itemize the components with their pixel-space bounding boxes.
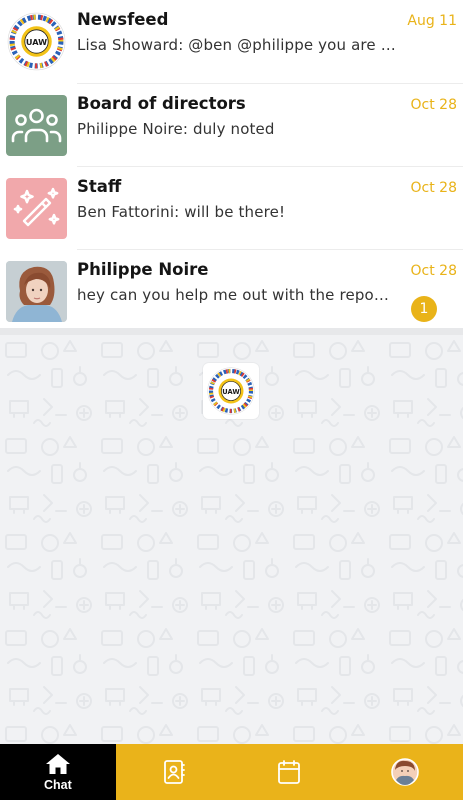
chat-row-board-of-directors[interactable]: Board of directors Philippe Noire: duly …	[0, 84, 463, 167]
chat-date: Oct 28	[410, 97, 457, 113]
uaw-logo-icon: UAW	[7, 12, 66, 71]
chat-list: UAW Newsfeed Lisa Showard: @ben @philipp…	[0, 0, 463, 328]
chat-preview: Lisa Showard: @ben @philippe you are …	[77, 36, 396, 54]
chat-title: Newsfeed	[77, 10, 169, 29]
chat-row-philippe-noire[interactable]: Philippe Noire hey can you help me out w…	[0, 250, 463, 333]
user-photo-avatar	[6, 261, 67, 322]
bottom-tab-bar: Chat	[0, 744, 463, 800]
list-divider-band	[0, 328, 463, 335]
group-avatar	[6, 95, 67, 156]
uaw-logo-icon: UAW	[207, 367, 255, 415]
uaw-logo-avatar: UAW	[6, 11, 67, 72]
profile-avatar	[391, 758, 419, 786]
chat-row-newsfeed[interactable]: UAW Newsfeed Lisa Showard: @ben @philipp…	[0, 0, 463, 84]
group-icon	[11, 108, 62, 143]
chat-preview: Ben Fattorini: will be there!	[77, 203, 286, 221]
tab-calendar[interactable]	[232, 744, 348, 800]
chat-preview: hey can you help me out with the repo…	[77, 286, 389, 304]
chat-date: Oct 28	[410, 180, 457, 196]
magic-wand-avatar	[6, 178, 67, 239]
tab-label: Chat	[43, 778, 72, 792]
contacts-icon	[163, 760, 185, 784]
chat-title: Board of directors	[77, 94, 246, 113]
center-uaw-logo: UAW	[203, 363, 259, 419]
chat-row-staff[interactable]: Staff Ben Fattorini: will be there! Oct …	[0, 167, 463, 250]
chat-date: Aug 11	[407, 13, 457, 29]
tab-chat[interactable]: Chat	[0, 744, 116, 800]
chat-title: Staff	[77, 177, 122, 196]
uaw-logo-text: UAW	[222, 388, 240, 396]
chat-title: Philippe Noire	[77, 260, 209, 279]
calendar-icon	[278, 760, 301, 784]
user-photo	[6, 261, 67, 322]
chat-preview: Philippe Noire: duly noted	[77, 120, 275, 138]
unread-badge: 1	[411, 296, 437, 322]
magic-wand-icon	[13, 187, 60, 227]
chat-date: Oct 28	[410, 263, 457, 279]
uaw-logo-text: UAW	[26, 37, 47, 47]
tab-contacts[interactable]	[116, 744, 232, 800]
home-icon	[45, 754, 70, 774]
tab-profile[interactable]	[347, 744, 463, 800]
chat-background-area: UAW	[0, 335, 463, 744]
